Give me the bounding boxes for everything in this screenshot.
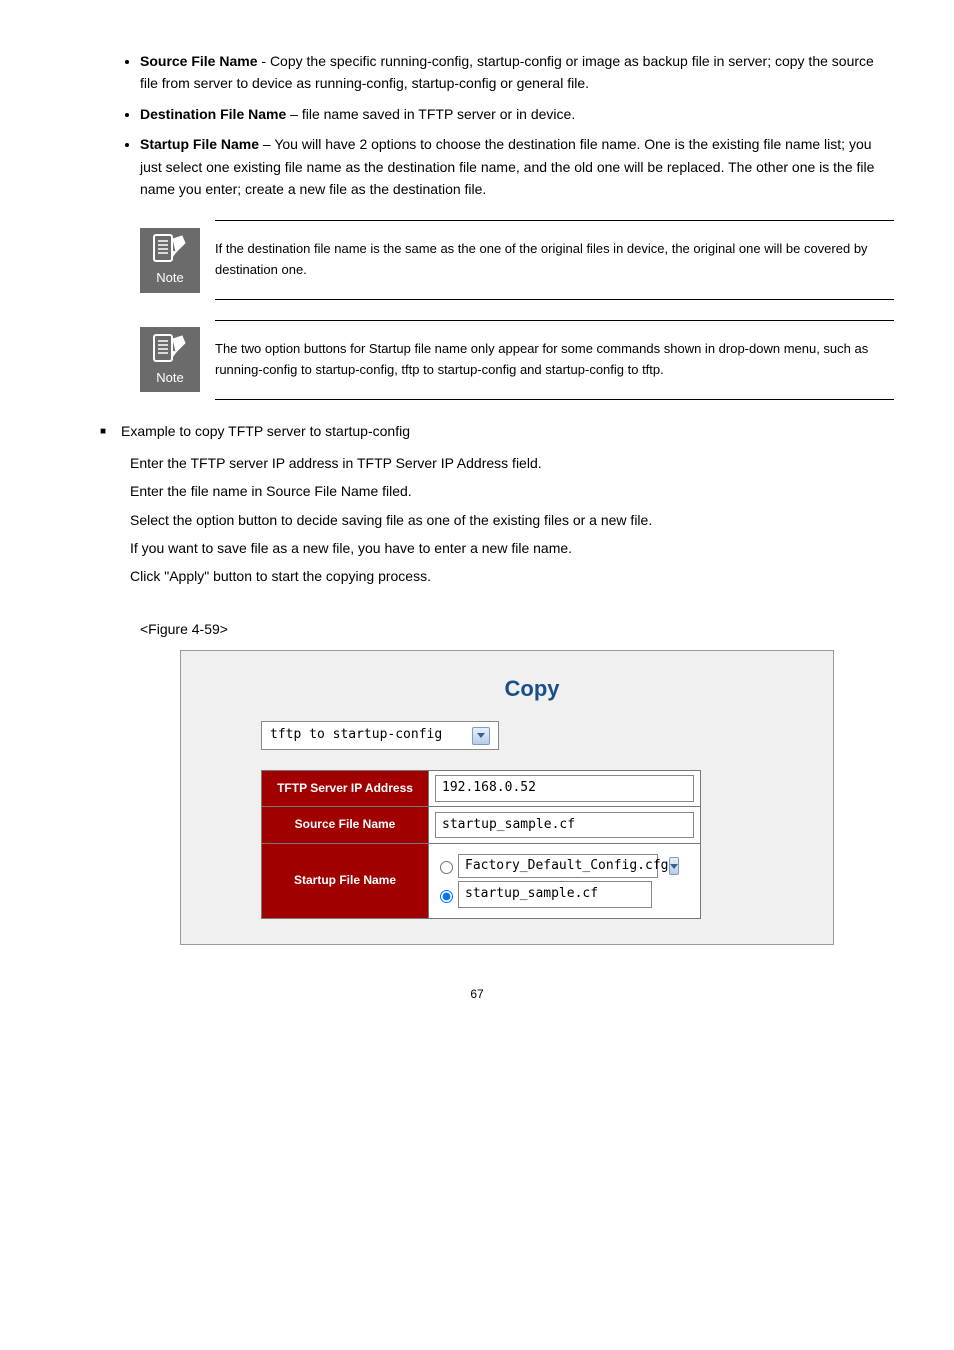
note-block: Note If the destination file name is the… xyxy=(140,220,894,300)
figure-label: <Figure 4-59> xyxy=(140,618,834,640)
config-table: TFTP Server IP Address 192.168.0.52 Sour… xyxy=(261,770,701,919)
startup-file-label: Startup File Name xyxy=(262,843,429,919)
note-block: Note The two option buttons for Startup … xyxy=(140,320,894,400)
table-row: TFTP Server IP Address 192.168.0.52 xyxy=(262,771,701,807)
list-item: Startup File Name – You will have 2 opti… xyxy=(140,133,894,200)
tftp-server-input[interactable]: 192.168.0.52 xyxy=(435,775,694,802)
list-item: Destination File Name – file name saved … xyxy=(140,103,894,125)
paragraph: Click "Apply" button to start the copyin… xyxy=(130,565,854,587)
dialog-title: Copy xyxy=(261,671,803,706)
note-text: If the destination file name is the same… xyxy=(215,220,894,300)
note-icon-label: Note xyxy=(156,368,183,389)
paragraph: Enter the TFTP server IP address in TFTP… xyxy=(130,452,854,474)
chevron-down-icon[interactable] xyxy=(472,727,490,745)
chevron-down-icon[interactable] xyxy=(669,857,679,875)
startup-file-new-input[interactable]: startup_sample.cf xyxy=(458,881,652,908)
page-number: 67 xyxy=(60,985,894,1004)
parameter-list: Source File Name - Copy the specific run… xyxy=(60,50,894,200)
select-value: Factory_Default_Config.cfg xyxy=(465,856,669,877)
source-file-label: Source File Name xyxy=(262,807,429,843)
note-icon-label: Note xyxy=(156,268,183,289)
startup-file-radio-existing[interactable] xyxy=(440,861,453,874)
copy-mode-select[interactable]: tftp to startup-config xyxy=(261,721,499,750)
paragraph: If you want to save file as a new file, … xyxy=(130,537,854,559)
tftp-server-label: TFTP Server IP Address xyxy=(262,771,429,807)
screenshot-copy-dialog: Copy tftp to startup-config TFTP Server … xyxy=(180,650,834,945)
source-file-input[interactable]: startup_sample.cf xyxy=(435,812,694,839)
section-heading: Example to copy TFTP server to startup-c… xyxy=(100,420,894,442)
startup-file-existing-select[interactable]: Factory_Default_Config.cfg xyxy=(458,854,658,879)
select-value: tftp to startup-config xyxy=(270,725,442,746)
startup-file-radio-new[interactable] xyxy=(440,890,453,903)
paragraph: Select the option button to decide savin… xyxy=(130,509,854,531)
list-item: Source File Name - Copy the specific run… xyxy=(140,50,894,95)
section-heading-text: Example to copy TFTP server to startup-c… xyxy=(121,420,410,442)
paragraph: Enter the file name in Source File Name … xyxy=(130,480,854,502)
table-row: Startup File Name Factory_Default_Config… xyxy=(262,843,701,919)
note-icon: Note xyxy=(140,327,200,392)
note-text: The two option buttons for Startup file … xyxy=(215,320,894,400)
note-icon: Note xyxy=(140,228,200,293)
table-row: Source File Name startup_sample.cf xyxy=(262,807,701,843)
